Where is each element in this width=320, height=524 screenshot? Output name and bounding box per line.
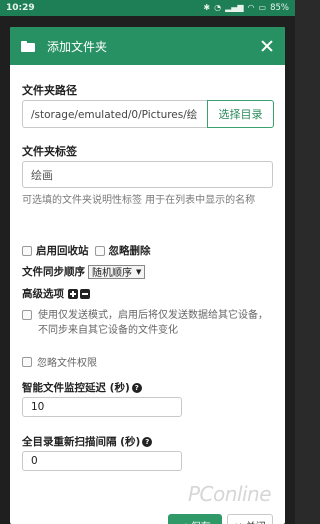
pull-order-selected: 随机顺序 (92, 268, 132, 279)
send-only-option: 使用仅发送模式，启用后将仅发送数据给其它设备，不同步来自其它设备的文件变化 (22, 308, 274, 338)
enable-trash-checkbox[interactable] (22, 245, 32, 256)
ignore-delete-checkbox[interactable] (94, 245, 105, 256)
advanced-row: 高级选项 (22, 286, 90, 301)
ignore-permissions-option: 忽略文件权限 (22, 354, 97, 369)
options-row: 启用回收站 忽略删除 (22, 243, 151, 258)
expand-plus-icon[interactable] (68, 288, 78, 299)
dropdown-arrow-icon: ▼ (136, 267, 142, 276)
send-only-label: 使用仅发送模式，启用后将仅发送数据给其它设备，不同步来自其它设备的文件变化 (38, 310, 268, 336)
rescan-interval-label: 全目录重新扫描间隔 (秒) (22, 436, 141, 448)
cancel-button[interactable]: ✕ 关闭 (227, 514, 273, 524)
ignore-permissions-label: 忽略文件权限 (37, 358, 97, 369)
ignore-permissions-checkbox[interactable] (22, 356, 32, 367)
rescan-interval-input[interactable]: 0 (22, 451, 182, 471)
battery-percent: 85% (270, 3, 289, 13)
status-icons: ✱ ◔ ▂▄▆ ◠ ▭ 85% (203, 3, 289, 13)
folder-label-label: 文件夹标签 (22, 145, 77, 158)
folder-label-input[interactable]: 绘画 (22, 161, 273, 188)
wifi-icon: ◠ (247, 3, 255, 12)
alarm-icon: ◔ (214, 3, 222, 12)
save-button[interactable]: ✔ 保存 (168, 514, 222, 524)
bluetooth-icon: ✱ (203, 3, 211, 12)
dialog-header: 添加文件夹 (10, 27, 285, 65)
ignore-delete-label: 忽略删除 (108, 245, 151, 257)
folder-icon (21, 40, 35, 52)
fs-watcher-delay-input[interactable]: 10 (22, 397, 182, 417)
signal-icon: ▂▄▆ (225, 3, 244, 12)
fs-watcher-delay-label: 智能文件监控延迟 (秒) (22, 382, 130, 394)
rescan-interval-row: 全目录重新扫描间隔 (秒) ? (22, 434, 153, 449)
help-question-icon[interactable]: ? (142, 436, 153, 447)
battery-icon: ▭ (258, 3, 267, 12)
status-time: 10:29 (6, 3, 35, 13)
folder-path-group: /storage/emulated/0/Pictures/绘 选择目录 (22, 100, 274, 128)
collapse-minus-icon[interactable] (80, 288, 90, 299)
pull-order-row: 文件同步顺序 随机顺序 ▼ (22, 264, 146, 279)
add-folder-dialog: 添加文件夹 文件夹路径 /storage/emulated/0/Pictures… (10, 27, 285, 524)
pull-order-label: 文件同步顺序 (22, 266, 85, 278)
folder-path-label: 文件夹路径 (22, 84, 77, 97)
browse-directory-button[interactable]: 选择目录 (207, 100, 274, 128)
help-question-icon[interactable]: ? (131, 382, 142, 393)
watermark-logo: PConline (188, 482, 272, 506)
folder-label-help: 可选填的文件夹说明性标签 用于在列表中显示的名称 (22, 195, 256, 206)
fs-watcher-delay-row: 智能文件监控延迟 (秒) ? (22, 380, 142, 395)
pull-order-select[interactable]: 随机顺序 ▼ (88, 264, 146, 279)
folder-path-input[interactable]: /storage/emulated/0/Pictures/绘 (22, 100, 207, 128)
advanced-label: 高级选项 (22, 288, 64, 300)
close-icon[interactable] (259, 38, 275, 54)
dialog-title: 添加文件夹 (47, 39, 108, 54)
enable-trash-label: 启用回收站 (36, 245, 89, 257)
send-only-checkbox[interactable] (22, 310, 32, 320)
status-bar: 10:29 ✱ ◔ ▂▄▆ ◠ ▭ 85% (0, 0, 295, 16)
